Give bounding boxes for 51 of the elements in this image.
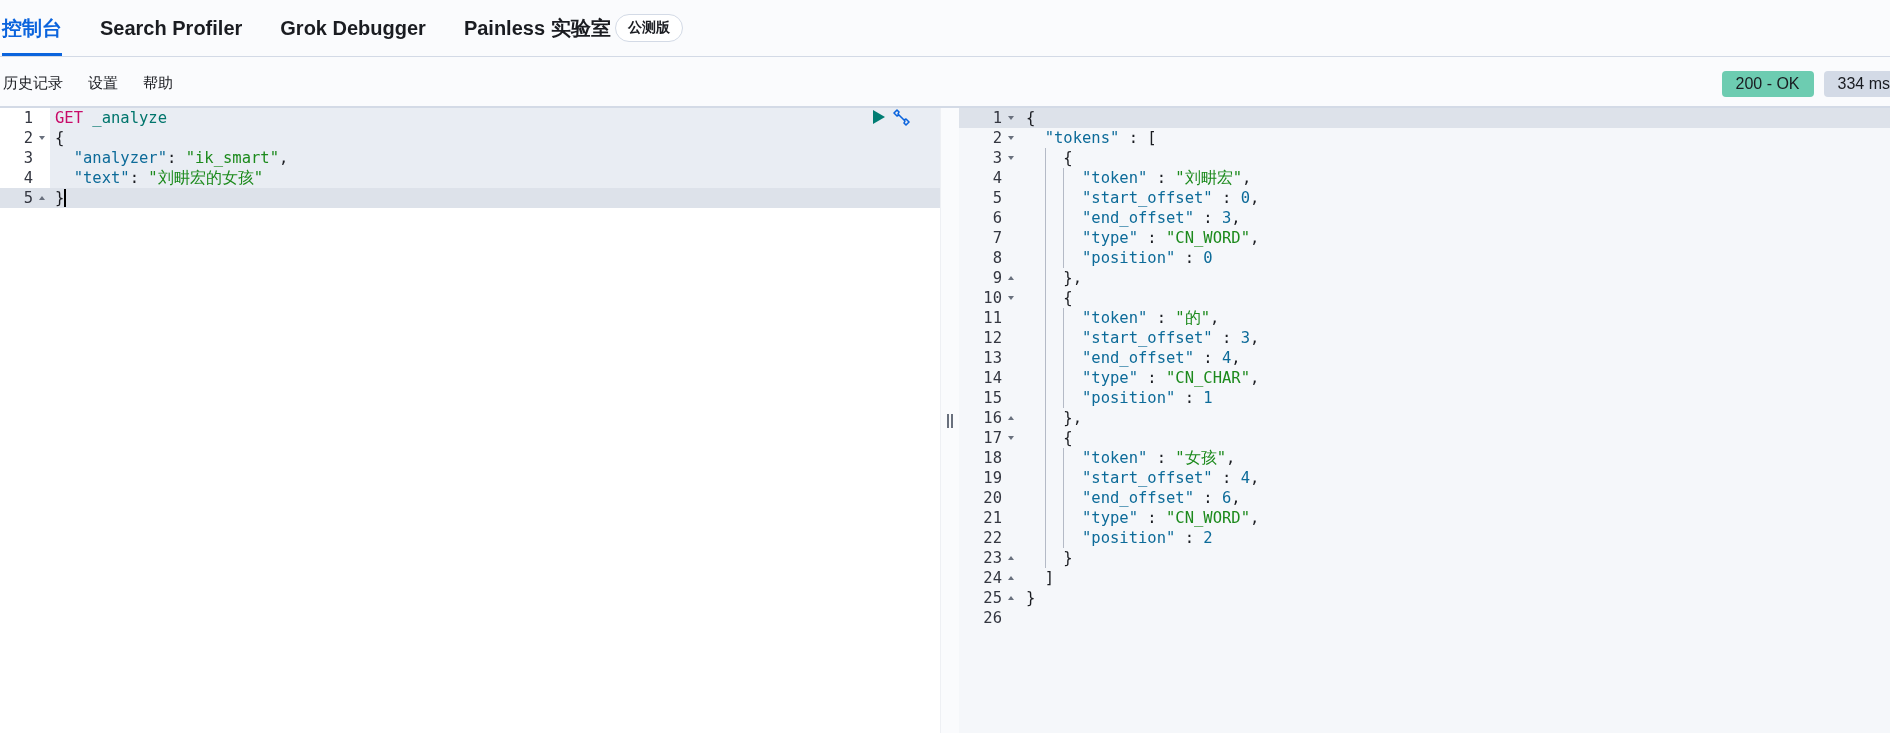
line-number: 9: [992, 268, 1002, 288]
resize-handle-icon[interactable]: [947, 413, 953, 428]
code-line: {: [55, 128, 65, 148]
line-number: 15: [983, 388, 1002, 408]
code-line: "text": "刘畊宏的女孩": [72, 168, 263, 188]
line-number: 12: [983, 328, 1002, 348]
duration-badge: 334 ms: [1823, 70, 1890, 97]
line-number: 1: [23, 108, 33, 128]
code-line: GET _analyze: [55, 108, 167, 128]
line-number: 2: [992, 128, 1002, 148]
line-number: 3: [992, 148, 1002, 168]
line-number: 11: [983, 308, 1002, 328]
line-number: 24: [983, 568, 1002, 588]
line-number: 16: [983, 408, 1002, 428]
line-number: 14: [983, 368, 1002, 388]
line-number: 8: [992, 248, 1002, 268]
menu-link[interactable]: 设置: [88, 74, 118, 93]
line-number: 20: [983, 488, 1002, 508]
tab[interactable]: Painless 实验室: [463, 0, 611, 56]
line-number: 25: [983, 588, 1002, 608]
tab[interactable]: Grok Debugger: [280, 0, 426, 56]
code-line: }: [1026, 588, 1036, 608]
line-number: 18: [983, 448, 1002, 468]
line-number: 23: [983, 548, 1002, 568]
code-line: {: [1026, 108, 1036, 128]
menu-link[interactable]: 历史记录: [3, 74, 63, 93]
line-number: 10: [983, 288, 1002, 308]
menu-link[interactable]: 帮助: [143, 74, 173, 93]
line-number: 22: [983, 528, 1002, 548]
line-number: 5: [23, 188, 33, 208]
line-number: 26: [983, 608, 1002, 628]
line-number: 6: [992, 208, 1002, 228]
line-number: 3: [23, 148, 33, 168]
code-line: "tokens" : [: [1043, 128, 1157, 148]
line-number: 5: [992, 188, 1002, 208]
status-badge: 200 - OK: [1721, 70, 1814, 97]
code-line: ]: [1043, 568, 1054, 588]
line-number: 4: [23, 168, 33, 188]
line-number: 21: [983, 508, 1002, 528]
beta-badge: 公测版: [614, 14, 683, 42]
line-number: 4: [992, 168, 1002, 188]
tab[interactable]: Search Profiler: [100, 0, 243, 56]
line-number: 7: [992, 228, 1002, 248]
line-number: 17: [983, 428, 1002, 448]
line-number: 1: [992, 108, 1002, 128]
line-number: 19: [983, 468, 1002, 488]
code-line: }: [55, 188, 67, 208]
code-line: "analyzer": "ik_smart",: [72, 148, 289, 168]
line-number: 13: [983, 348, 1002, 368]
play-icon[interactable]: [872, 109, 886, 125]
line-number: 2: [23, 128, 33, 148]
